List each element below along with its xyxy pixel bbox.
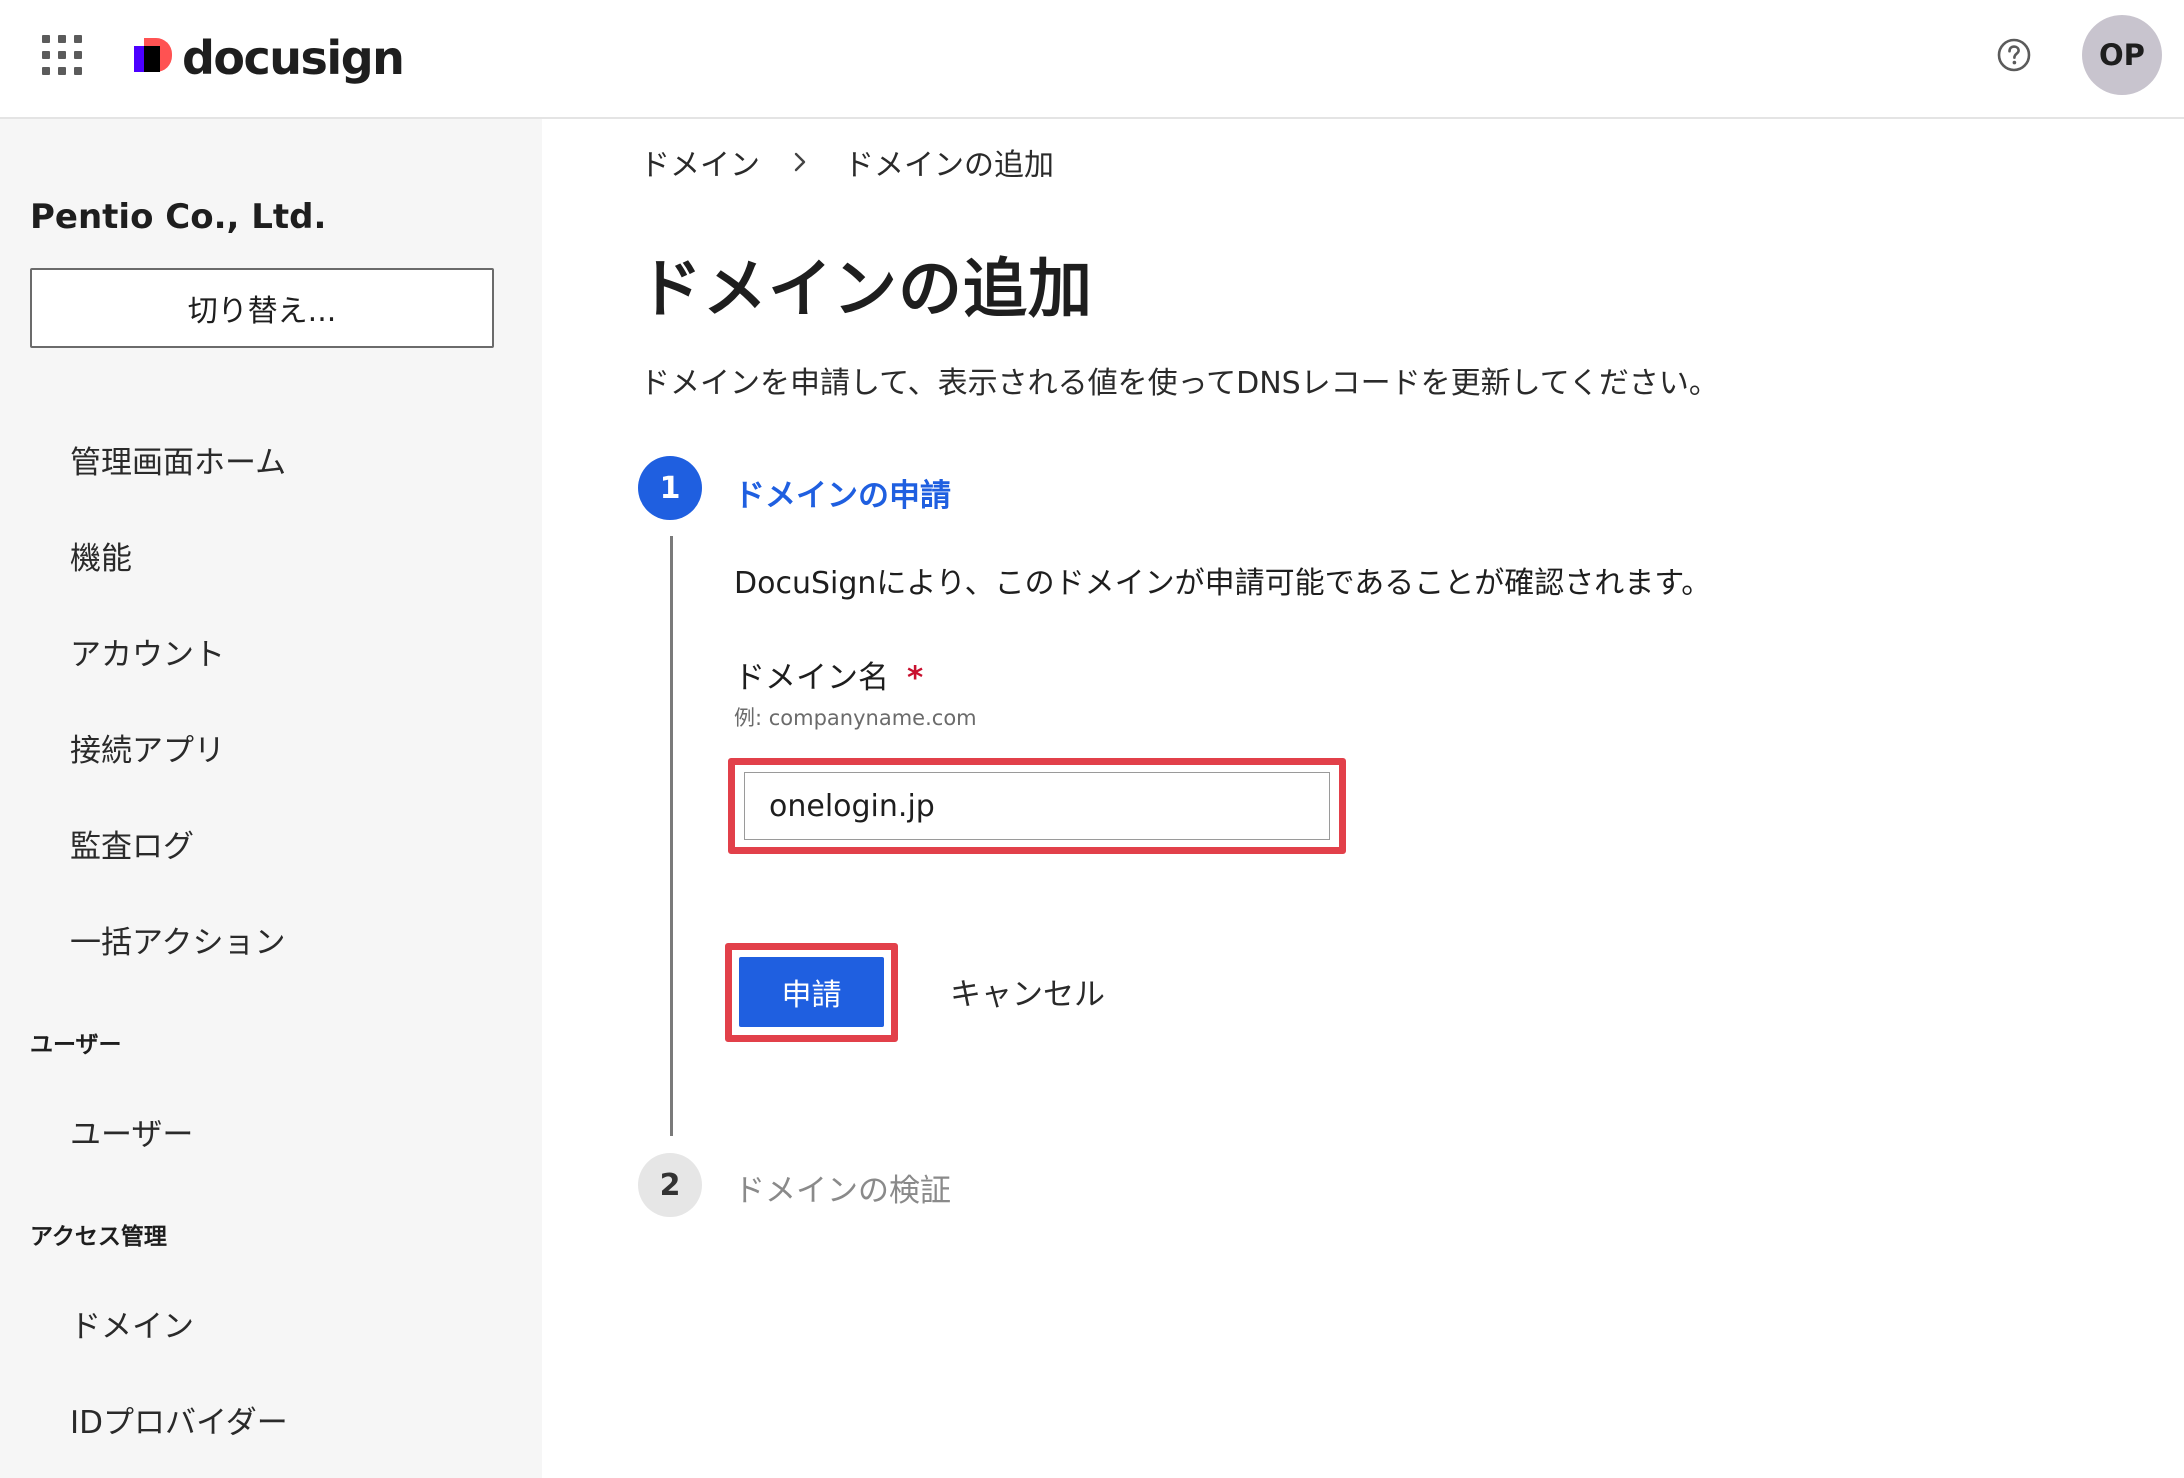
step-1-indicator: 1 xyxy=(638,456,702,520)
domain-name-label: ドメイン名 * xyxy=(734,652,923,697)
user-avatar[interactable]: OP xyxy=(2082,15,2162,95)
sidebar-section-access-management: アクセス管理 xyxy=(30,1224,167,1250)
chevron-right-icon xyxy=(794,152,806,172)
domain-name-hint: 例: companyname.com xyxy=(734,706,977,730)
apply-button[interactable]: 申請 xyxy=(739,957,884,1027)
docusign-logo-mark xyxy=(134,38,174,78)
required-indicator: * xyxy=(907,660,924,696)
step-1-description: DocuSignにより、このドメインが申請可能であることが確認されます。 xyxy=(734,566,1712,601)
docusign-logo[interactable]: docusign xyxy=(134,31,405,85)
breadcrumb-domains-link[interactable]: ドメイン xyxy=(640,140,760,184)
breadcrumb: ドメイン ドメインの追加 xyxy=(640,140,1054,184)
switch-organization-button[interactable]: 切り替え... xyxy=(30,268,494,348)
sidebar-item-accounts[interactable]: アカウント xyxy=(70,629,225,674)
sidebar-item-connected-apps[interactable]: 接続アプリ xyxy=(70,725,225,770)
step-2-title: ドメインの検証 xyxy=(734,1173,951,1209)
organization-name: Pentio Co., Ltd. xyxy=(30,197,327,237)
sidebar-item-identity-providers[interactable]: IDプロバイダー xyxy=(70,1397,288,1442)
grid-icon[interactable] xyxy=(42,35,82,75)
top-bar: docusign OP xyxy=(0,0,2184,119)
step-1-title: ドメインの申請 xyxy=(734,478,951,514)
step-connector-line xyxy=(670,536,673,1136)
cancel-button[interactable]: キャンセル xyxy=(950,969,1105,1014)
domain-name-input[interactable] xyxy=(744,772,1330,840)
domain-name-label-text: ドメイン名 xyxy=(734,660,889,696)
logo-text: docusign xyxy=(182,31,405,85)
sidebar-item-bulk-actions[interactable]: 一括アクション xyxy=(70,917,285,962)
help-circle-icon[interactable] xyxy=(1996,37,2032,73)
page-title: ドメインの追加 xyxy=(638,253,1093,327)
sidebar-item-domains[interactable]: ドメイン xyxy=(70,1301,194,1346)
sidebar-item-users[interactable]: ユーザー xyxy=(70,1109,193,1154)
breadcrumb-current: ドメインの追加 xyxy=(844,148,1054,183)
sidebar-item-admin-home[interactable]: 管理画面ホーム xyxy=(70,437,286,482)
sidebar: Pentio Co., Ltd. 切り替え... 管理画面ホーム 機能 アカウン… xyxy=(0,119,542,1478)
step-2-indicator: 2 xyxy=(638,1153,702,1217)
page-description: ドメインを申請して、表示される値を使ってDNSレコードを更新してください。 xyxy=(640,366,1719,401)
sidebar-item-features[interactable]: 機能 xyxy=(70,533,132,578)
sidebar-section-users: ユーザー xyxy=(30,1032,122,1058)
sidebar-item-audit-logs[interactable]: 監査ログ xyxy=(70,821,194,866)
